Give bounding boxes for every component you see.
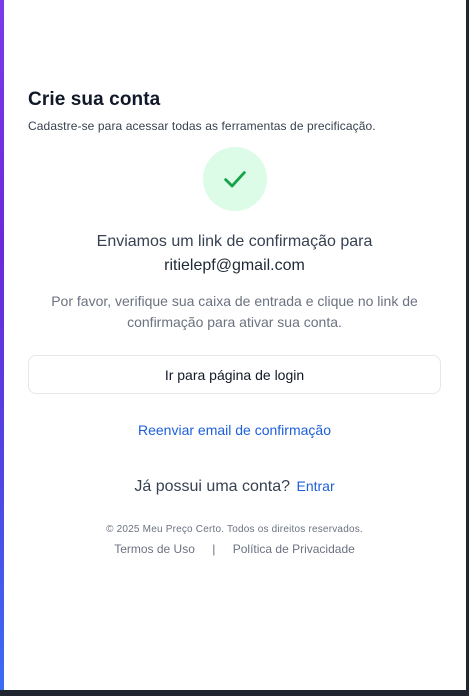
copyright-text: © 2025 Meu Preço Certo. Todos os direito…	[106, 524, 363, 535]
privacy-link[interactable]: Política de Privacidade	[233, 542, 355, 556]
confirmation-text: Enviamos um link de confirmação para	[96, 233, 373, 250]
window-edge-gradient	[0, 0, 4, 690]
confirmation-email: ritielepf@gmail.com	[164, 257, 305, 274]
resend-confirmation-link[interactable]: Reenviar email de confirmação	[28, 422, 441, 438]
page-title: Crie sua conta	[28, 89, 161, 110]
checkmark-icon	[224, 171, 246, 188]
go-to-login-button[interactable]: Ir para página de login	[28, 355, 441, 394]
terms-link[interactable]: Termos de Uso	[114, 542, 195, 556]
signin-prompt-text: Já possui uma conta?	[134, 478, 291, 495]
window-edge-bottom	[0, 690, 469, 696]
signin-link[interactable]: Entrar	[296, 478, 334, 494]
signin-prompt: Já possui uma conta? Entrar	[28, 478, 441, 496]
success-badge	[203, 147, 267, 211]
footer-separator: |	[212, 542, 216, 556]
confirmation-message: Enviamos um link de confirmação para rit…	[28, 230, 441, 278]
confirmation-instructions: Por favor, verifique sua caixa de entrad…	[51, 293, 418, 330]
page-subtitle: Cadastre-se para acessar todas as ferram…	[28, 119, 376, 133]
footer-links: Termos de Uso | Política de Privacidade	[28, 542, 441, 556]
